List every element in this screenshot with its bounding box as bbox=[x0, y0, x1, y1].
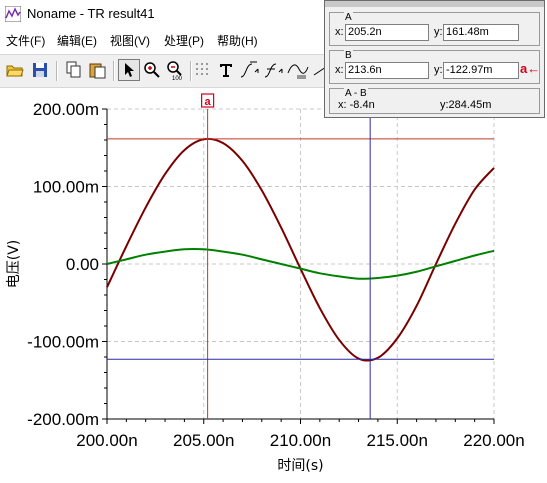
toolbar: 100 bbox=[0, 54, 340, 88]
menu-edit[interactable]: 编辑(E) bbox=[57, 32, 97, 49]
zoom-in-icon bbox=[144, 62, 160, 78]
cursor-a-icon bbox=[240, 61, 259, 78]
cursor-a-x-label: x: bbox=[335, 26, 344, 38]
text-button[interactable] bbox=[215, 59, 237, 81]
panel-title-bar[interactable] bbox=[325, 1, 544, 7]
cursor-diff-y: y:284.45m bbox=[440, 99, 492, 111]
cursor-b-y-field[interactable]: -122.97m bbox=[443, 62, 519, 79]
cursor-a-button[interactable] bbox=[239, 59, 261, 81]
cursor-b-button[interactable] bbox=[263, 59, 285, 81]
app-icon bbox=[5, 6, 21, 22]
text-icon bbox=[220, 64, 232, 77]
cursor-a-x-field[interactable]: 205.2n bbox=[345, 24, 429, 41]
cursor-diff-title: A - B bbox=[344, 88, 368, 99]
zoom-out-icon: 100 bbox=[167, 61, 183, 80]
cursor-b-icon bbox=[264, 63, 283, 78]
copy-button[interactable] bbox=[63, 59, 85, 81]
open-button[interactable] bbox=[4, 59, 26, 81]
y-tick-label: -200.00m bbox=[27, 410, 99, 429]
cursor-b-x-label: x: bbox=[335, 64, 344, 76]
grid-button[interactable] bbox=[192, 59, 214, 81]
cursor-a-y-label: y: bbox=[434, 26, 443, 38]
zoom-in-button[interactable] bbox=[141, 59, 163, 81]
x-axis-label: 时间(s) bbox=[277, 458, 323, 474]
cursor-diff-group: A - B x: -8.4n y:284.45m bbox=[329, 88, 540, 114]
x-tick-label: 215.00n bbox=[367, 431, 428, 450]
open-icon bbox=[6, 65, 24, 77]
menu-process[interactable]: 处理(P) bbox=[164, 32, 204, 49]
y-tick-label: 200.00m bbox=[33, 100, 99, 119]
save-icon bbox=[33, 63, 47, 77]
zoom-out-button[interactable]: 100 bbox=[165, 59, 187, 81]
grid-icon bbox=[196, 63, 208, 75]
x-tick-label: 220.00n bbox=[463, 431, 524, 450]
toolbar-separator bbox=[113, 61, 115, 81]
y-axis-label: 电压(V) bbox=[6, 240, 22, 289]
cursor-b-y-label: y: bbox=[434, 64, 443, 76]
cursor-swap-button[interactable]: a← bbox=[520, 61, 540, 76]
x-tick-label: 205.00n bbox=[173, 431, 234, 450]
menu-view[interactable]: 视图(V) bbox=[110, 32, 150, 49]
toolbar-separator bbox=[56, 61, 58, 81]
x-tick-label: 200.00n bbox=[76, 431, 137, 450]
zoom-percent-badge: 100 bbox=[172, 76, 183, 80]
x-tick-label: 210.00n bbox=[270, 431, 331, 450]
cursor-a-title: A bbox=[344, 12, 353, 23]
paste-button[interactable] bbox=[87, 59, 109, 81]
curve-icon bbox=[287, 64, 309, 79]
cursor-a-marker-label: a bbox=[205, 96, 212, 108]
cursor-b-group: B x: 213.6n y: -122.97m bbox=[329, 50, 540, 84]
cursor-diff-x: x: -8.4n bbox=[338, 99, 375, 111]
cursor-readout-panel: A x: 205.2n y: 161.48m B x: 213.6n y: -1… bbox=[324, 0, 545, 118]
y-tick-label: 0.00 bbox=[66, 255, 99, 274]
curve-button[interactable] bbox=[287, 59, 309, 81]
save-button[interactable] bbox=[29, 59, 51, 81]
voltage-chart: 200.00m 100.00m 0.00 -100.00m -200.00m 200.00… bbox=[6, 93, 525, 474]
cursor-b-x-field[interactable]: 213.6n bbox=[345, 62, 429, 79]
cursor-a-y-field[interactable]: 161.48m bbox=[443, 24, 519, 41]
copy-icon bbox=[66, 61, 81, 78]
pointer-icon bbox=[125, 63, 134, 77]
menu-file[interactable]: 文件(F) bbox=[6, 32, 45, 49]
paste-icon bbox=[89, 63, 106, 79]
y-tick-label: 100.00m bbox=[33, 178, 99, 197]
menu-help[interactable]: 帮助(H) bbox=[217, 32, 258, 49]
window-title: Noname - TR result41 bbox=[27, 6, 155, 21]
cursor-a-group: A x: 205.2n y: 161.48m bbox=[329, 12, 540, 46]
cursor-b-title: B bbox=[344, 50, 353, 61]
pointer-button[interactable] bbox=[118, 59, 140, 81]
y-tick-label: -100.00m bbox=[27, 333, 99, 352]
